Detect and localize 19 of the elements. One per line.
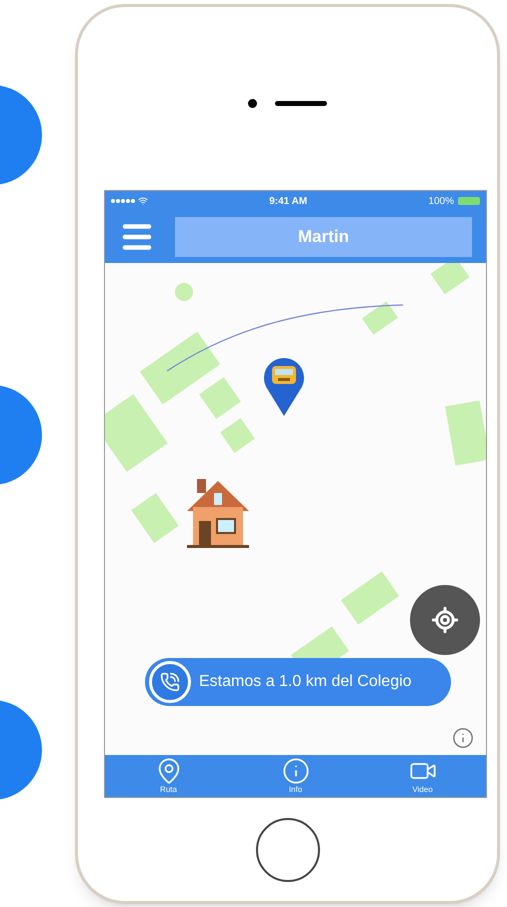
tab-icon [282,757,310,785]
battery-icon [458,197,480,205]
signal-icon [111,199,135,203]
status-battery: 100% [428,194,454,208]
banner-text: Estamos a 1.0 km del Colegio [199,672,412,692]
home-button[interactable] [256,818,320,882]
tab-item[interactable]: Video [408,757,436,795]
tab-item[interactable]: Ruta [154,757,182,795]
info-icon[interactable] [452,727,474,749]
locate-icon [431,606,459,634]
camera-icon [248,99,257,108]
phone-call-icon [149,661,191,703]
title-field[interactable]: Martin [175,217,472,257]
park-area [175,283,193,301]
header-title: Martin [298,226,349,248]
wifi-icon [138,196,148,206]
speaker-icon [275,101,327,106]
status-time: 9:41 AM [269,194,308,208]
tab-item[interactable]: Info [282,757,310,795]
